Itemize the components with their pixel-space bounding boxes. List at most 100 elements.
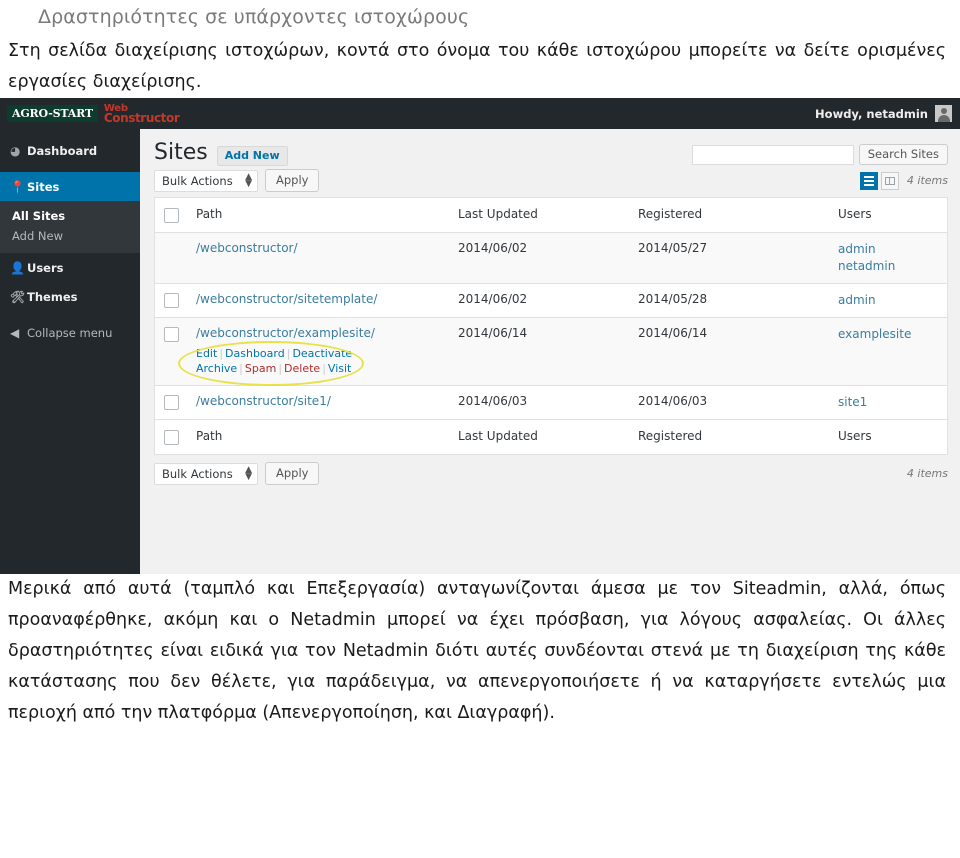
sidebar-submenu-sites: All Sites Add New <box>0 201 140 253</box>
intro-paragraph: Στη σελίδα διαχείρισης ιστοχώρων, κοντά … <box>8 41 946 92</box>
user-link[interactable]: examplesite <box>838 326 947 343</box>
row-registered: 2014/05/28 <box>638 283 838 318</box>
sidebar-item-label: Dashboard <box>27 143 98 158</box>
collapse-arrow-icon: ◀ <box>10 325 20 340</box>
bulk-actions-select-bottom[interactable]: Bulk Actions ▲ ▼ <box>154 462 258 485</box>
row-checkbox-cell[interactable] <box>154 283 196 318</box>
row-registered: 2014/06/14 <box>638 317 838 386</box>
apply-button[interactable]: Apply <box>265 169 320 192</box>
list-view-icon[interactable] <box>859 171 878 190</box>
sidebar-subitem-all-sites[interactable]: All Sites <box>0 206 140 226</box>
admin-sidebar: ◕ Dashboard 📍 Sites All Sites Add New 👤 … <box>0 129 140 574</box>
wordpress-admin-screenshot: AGRO-START Web Constructor Howdy, netadm… <box>0 98 960 574</box>
bulk-actions-group-bottom: Bulk Actions ▲ ▼ Apply <box>154 462 320 485</box>
admin-content: Sites Add New Search Sites Bulk Actions … <box>140 129 960 574</box>
sidebar-item-label: Users <box>27 260 64 275</box>
row-users-cell: site1 <box>838 385 948 420</box>
row-action-deactivate[interactable]: Deactivate <box>292 347 352 360</box>
row-path-cell: /webconstructor/examplesite/ Edit | Dashbo… <box>178 317 458 386</box>
table-footer-row: Path Last Updated Registered Users <box>154 419 948 455</box>
users-icon: 👤 <box>10 260 25 275</box>
row-action-visit[interactable]: Visit <box>328 362 351 375</box>
items-count-top: 4 items <box>906 174 948 187</box>
dashboard-icon: ◕ <box>10 143 21 158</box>
column-header-last-updated[interactable]: Last Updated <box>458 197 638 233</box>
select-all-checkbox[interactable] <box>164 208 179 223</box>
sidebar-item-label: Collapse menu <box>27 325 113 340</box>
action-separator: | <box>278 362 283 375</box>
table-header-row: Path Last Updated Registered Users <box>154 197 948 233</box>
row-checkbox-cell[interactable] <box>154 317 196 386</box>
column-header-path[interactable]: Path <box>196 197 458 233</box>
site-path-link[interactable]: /webconstructor/examplesite/ <box>196 326 458 341</box>
site-path-link[interactable]: /webconstructor/sitetemplate/ <box>196 292 458 307</box>
table-row: /webconstructor/sitetemplate/ 2014/06/02… <box>154 283 948 318</box>
column-footer-registered[interactable]: Registered <box>638 419 838 455</box>
row-users-cell: examplesite <box>838 317 948 386</box>
row-last-updated: 2014/06/14 <box>458 317 638 386</box>
table-row: /webconstructor/examplesite/ Edit | Dashbo… <box>154 317 948 386</box>
table-nav-top: Bulk Actions ▲ ▼ Apply 4 items <box>154 169 948 192</box>
sidebar-item-sites[interactable]: 📍 Sites <box>0 172 140 201</box>
row-checkbox[interactable] <box>164 395 179 410</box>
sites-table: Path Last Updated Registered Users /webc… <box>154 197 948 455</box>
user-link[interactable]: admin <box>838 292 947 309</box>
sidebar-subitem-add-new[interactable]: Add New <box>0 226 140 246</box>
search-input[interactable] <box>691 144 854 165</box>
column-footer-users[interactable]: Users <box>838 419 948 455</box>
table-row: /webconstructor/ 2014/06/02 2014/05/27 a… <box>154 232 948 284</box>
row-path-cell: /webconstructor/ <box>196 232 458 284</box>
row-action-dashboard[interactable]: Dashboard <box>225 347 285 360</box>
sidebar-item-label: Themes <box>27 289 78 304</box>
items-count-bottom: 4 items <box>906 467 948 480</box>
user-avatar-icon <box>935 105 952 122</box>
brush-icon: 🛠 <box>10 289 26 304</box>
excerpt-view-icon[interactable] <box>880 171 899 190</box>
sites-table-foot: Path Last Updated Registered Users <box>154 419 948 455</box>
sites-table-head: Path Last Updated Registered Users <box>154 197 948 233</box>
add-new-button[interactable]: Add New <box>216 146 288 166</box>
sidebar-item-users[interactable]: 👤 Users <box>0 253 140 282</box>
bulk-actions-select[interactable]: Bulk Actions ▲ ▼ <box>154 169 258 192</box>
row-action-delete[interactable]: Delete <box>284 362 320 375</box>
logo-badge: AGRO-START <box>7 105 98 122</box>
action-separator: | <box>239 362 243 375</box>
chevron-updown-icon: ▲ ▼ <box>245 171 252 189</box>
bulk-actions-group-top: Bulk Actions ▲ ▼ Apply <box>154 169 320 192</box>
howdy-label: Howdy, netadmin <box>815 106 928 121</box>
row-users-cell: admin <box>838 283 948 318</box>
column-footer-path[interactable]: Path <box>196 419 458 455</box>
sidebar-item-dashboard[interactable]: ◕ Dashboard <box>0 136 140 165</box>
row-checkbox[interactable] <box>164 327 179 342</box>
column-header-users[interactable]: Users <box>838 197 948 233</box>
site-path-link[interactable]: /webconstructor/ <box>196 241 458 256</box>
search-sites-button[interactable]: Search Sites <box>858 144 948 165</box>
site-path-link[interactable]: /webconstructor/site1/ <box>196 394 458 409</box>
row-checkbox[interactable] <box>164 293 179 308</box>
row-action-edit[interactable]: Edit <box>196 347 217 360</box>
select-all-checkbox-bottom[interactable] <box>164 430 179 445</box>
row-last-updated: 2014/06/02 <box>458 283 638 318</box>
user-link[interactable]: netadmin <box>838 258 947 275</box>
chevron-updown-icon: ▲ ▼ <box>245 464 252 482</box>
row-last-updated: 2014/06/03 <box>458 385 638 420</box>
user-link[interactable]: site1 <box>838 394 947 411</box>
user-link[interactable]: admin <box>838 241 947 258</box>
select-all-header[interactable] <box>154 197 196 233</box>
column-footer-last-updated[interactable]: Last Updated <box>458 419 638 455</box>
apply-button-bottom[interactable]: Apply <box>265 462 320 485</box>
column-header-registered[interactable]: Registered <box>638 197 838 233</box>
row-action-spam[interactable]: Spam <box>245 362 276 375</box>
account-menu[interactable]: Howdy, netadmin <box>815 105 960 122</box>
page-title: Δραστηριότητες σε υπάρχοντες ιστοχώρους <box>38 6 470 28</box>
row-checkbox-cell[interactable] <box>154 385 196 420</box>
view-switch-group: 4 items <box>857 171 948 190</box>
select-all-header-bottom[interactable] <box>154 419 196 455</box>
sidebar-item-themes[interactable]: 🛠 Themes <box>0 282 140 311</box>
site-logo[interactable]: AGRO-START Web Constructor <box>0 104 180 124</box>
row-registered: 2014/06/03 <box>638 385 838 420</box>
row-action-archive[interactable]: Archive <box>196 362 237 375</box>
sidebar-item-collapse-menu[interactable]: ◀ Collapse menu <box>0 318 140 347</box>
